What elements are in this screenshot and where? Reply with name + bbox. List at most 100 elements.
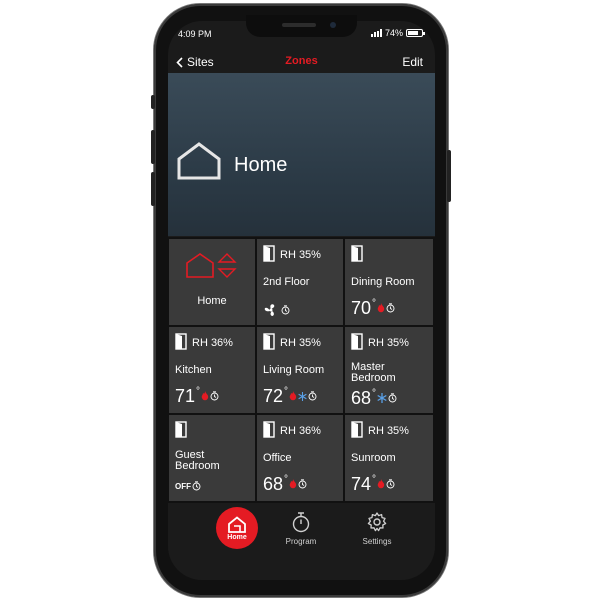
temperature-value: 72 <box>263 386 284 406</box>
flame-icon <box>201 391 209 401</box>
schedule-timer-icon <box>308 391 317 401</box>
schedule-timer-icon <box>388 393 397 403</box>
tab-label: Home <box>227 533 247 541</box>
tab-bar: Home Program Settings <box>168 503 435 580</box>
snowflake-icon <box>377 393 387 403</box>
zone-mode-icons <box>377 393 397 403</box>
snowflake-icon <box>298 391 307 401</box>
zone-mode-icons <box>289 479 307 489</box>
app-screen: 4:09 PM 74% Sites Zones Edit Home Home R… <box>168 21 435 580</box>
zone-mode-icons <box>289 391 317 401</box>
door-icon <box>263 245 275 262</box>
zone-name: Guest Bedroom <box>175 449 220 472</box>
volume-down-button <box>151 172 155 206</box>
edit-button[interactable]: Edit <box>402 55 423 69</box>
home-icon <box>228 515 246 533</box>
zone-off-status: OFF <box>175 481 201 491</box>
fan-icon <box>264 304 275 316</box>
zone-tile-office[interactable]: RH 36% Office 68 ° <box>257 415 343 501</box>
zone-grid: Home RH 35% 2nd Floor Dining Room 70 ° R… <box>168 237 435 503</box>
tab-label: Settings <box>362 537 392 546</box>
door-icon <box>175 333 187 350</box>
degree-symbol: ° <box>284 474 289 485</box>
navigation-bar: Sites Zones Edit <box>168 49 435 73</box>
zone-tile-dining-room[interactable]: Dining Room 70 ° <box>345 239 433 325</box>
battery-percent: 74% <box>384 28 403 38</box>
schedule-timer-icon <box>192 481 201 491</box>
zone-name: Home <box>197 295 227 307</box>
flame-icon <box>289 391 297 401</box>
zone-tile-2nd-floor[interactable]: RH 35% 2nd Floor <box>257 239 343 325</box>
door-icon <box>351 245 363 262</box>
off-label: OFF <box>175 481 191 491</box>
zone-tile-living-room[interactable]: RH 35% Living Room 72 ° <box>257 327 343 413</box>
humidity-label: RH 35% <box>368 337 409 349</box>
door-icon <box>175 421 187 438</box>
zone-tile-master-bedroom[interactable]: RH 35% Master Bedroom 68 ° <box>345 327 433 413</box>
temperature-value: 68 <box>351 388 372 408</box>
temperature-value: 74 <box>351 474 372 494</box>
stopwatch-icon <box>292 512 310 533</box>
site-title: Home <box>234 154 288 176</box>
zone-temperature: 71 ° <box>175 386 219 407</box>
house-icon <box>177 142 221 180</box>
page-title: Zones <box>285 55 318 67</box>
status-time: 4:09 PM <box>178 29 212 39</box>
zone-name: Office <box>263 452 292 464</box>
door-icon <box>263 333 275 350</box>
zone-status <box>263 303 290 317</box>
flame-icon <box>377 303 385 313</box>
humidity-label: RH 36% <box>192 337 233 349</box>
tab-home-active-indicator: Home <box>216 507 258 549</box>
zone-tile-home[interactable]: Home <box>169 239 255 325</box>
zone-name: Sunroom <box>351 452 396 464</box>
zone-name: Kitchen <box>175 364 212 376</box>
signal-icon <box>370 29 382 37</box>
power-button <box>447 150 451 202</box>
zone-tile-sunroom[interactable]: RH 35% Sunroom 74 ° <box>345 415 433 501</box>
volume-up-button <box>151 130 155 164</box>
humidity-label: RH 35% <box>280 249 321 261</box>
zone-temperature: 74 ° <box>351 474 395 495</box>
degree-symbol: ° <box>284 386 289 397</box>
zone-mode-icons <box>377 303 395 313</box>
schedule-timer-icon <box>386 479 395 489</box>
site-header: Home <box>168 73 435 236</box>
zone-tile-guest-bedroom[interactable]: Guest Bedroom OFF <box>169 415 255 501</box>
degree-symbol: ° <box>372 298 377 309</box>
zone-name: Master Bedroom <box>351 361 396 384</box>
door-icon <box>351 333 363 350</box>
zone-mode-icons <box>377 479 395 489</box>
front-camera <box>330 22 336 28</box>
temperature-value: 70 <box>351 298 372 318</box>
tab-settings[interactable]: Settings <box>342 511 412 546</box>
degree-symbol: ° <box>372 388 377 399</box>
tab-label: Program <box>285 537 317 546</box>
status-indicators: 74% <box>370 28 425 38</box>
zone-name: Dining Room <box>351 276 415 288</box>
zone-name: Living Room <box>263 364 325 376</box>
battery-icon <box>406 29 425 37</box>
humidity-label: RH 36% <box>280 425 321 437</box>
schedule-timer-icon <box>386 303 395 313</box>
tab-program[interactable]: Program <box>266 511 336 546</box>
degree-symbol: ° <box>372 474 377 485</box>
gear-icon <box>367 512 387 532</box>
degree-symbol: ° <box>196 386 201 397</box>
door-icon <box>351 421 363 438</box>
tab-home[interactable]: Home <box>202 507 272 549</box>
schedule-timer-icon <box>298 479 307 489</box>
flame-icon <box>289 479 297 489</box>
schedule-timer-icon <box>281 305 290 315</box>
zone-mode-icons <box>201 391 219 401</box>
zone-temperature: 68 ° <box>351 388 397 409</box>
earpiece-speaker <box>282 23 316 27</box>
temperature-value: 71 <box>175 386 196 406</box>
humidity-label: RH 35% <box>280 337 321 349</box>
mute-switch <box>151 95 155 109</box>
zone-temperature: 72 ° <box>263 386 317 407</box>
door-icon <box>263 421 275 438</box>
humidity-label: RH 35% <box>368 425 409 437</box>
zone-tile-kitchen[interactable]: RH 36% Kitchen 71 ° <box>169 327 255 413</box>
house-arrows-icon <box>186 253 237 278</box>
